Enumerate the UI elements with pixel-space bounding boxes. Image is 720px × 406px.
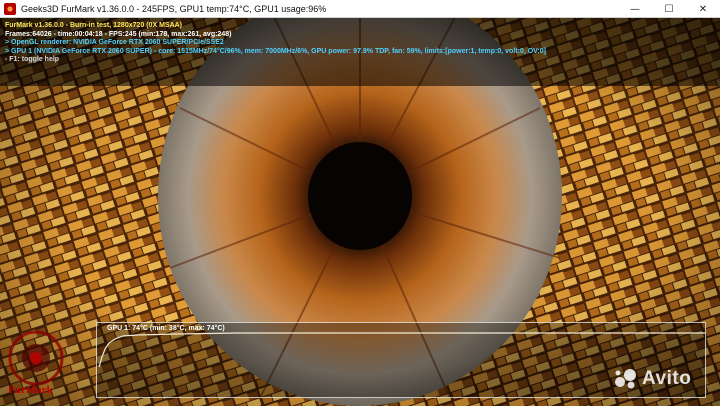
hud-renderer-line: > OpenGL renderer: NVIDIA GeForce RTX 20… (5, 39, 224, 47)
window-titlebar[interactable]: Geeks3D FurMark v1.36.0.0 - 245FPS, GPU1… (0, 0, 720, 18)
furmark-app-icon (4, 2, 16, 15)
gpu-temp-label: GPU 1: 74°C (min: 38°C, max: 74°C) (107, 325, 225, 332)
hud-version-line: FurMark v1.36.0.0 - Burn-in test, 1280x7… (5, 22, 183, 29)
avito-watermark-text: Avito (642, 368, 692, 389)
close-button[interactable]: ✕ (686, 0, 720, 18)
gpu-temp-line (98, 332, 705, 368)
hud-gpu-line: > GPU 1 (NVIDIA GeForce RTX 2060 SUPER) … (5, 47, 546, 55)
window-controls: — ☐ ✕ (618, 0, 720, 18)
furmark-logo-text: FurMark (8, 384, 53, 396)
hud-overlay: FurMark v1.36.0.0 - Burn-in test, 1280x7… (5, 22, 546, 65)
minimize-button[interactable]: — (618, 0, 652, 18)
window-title: Geeks3D FurMark v1.36.0.0 - 245FPS, GPU1… (21, 3, 327, 14)
hud-help-line: - F1: toggle help (5, 56, 60, 64)
maximize-button[interactable]: ☐ (652, 0, 686, 18)
avito-watermark: Avito (612, 368, 691, 390)
avito-logo-icon (615, 369, 636, 389)
hud-frames-line: Frames:64026 - time:00:04:18 - FPS:245 (… (5, 30, 232, 38)
